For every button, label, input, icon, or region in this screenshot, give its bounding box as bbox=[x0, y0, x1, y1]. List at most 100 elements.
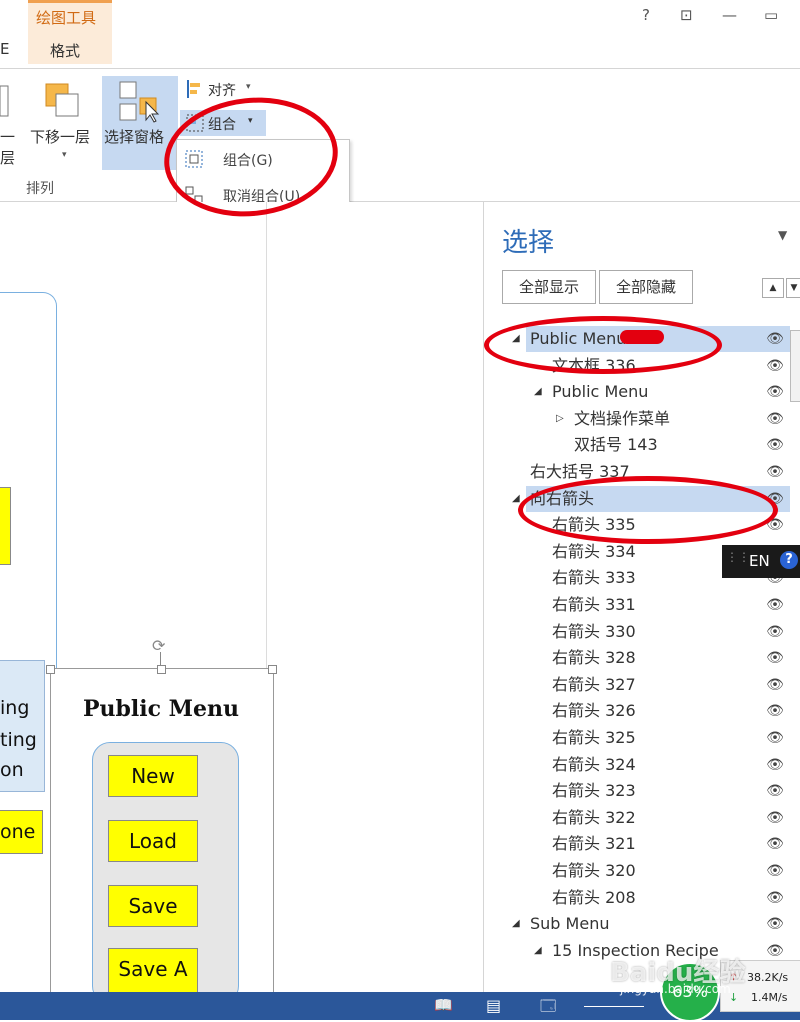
pane-item[interactable]: 右箭头 320 bbox=[526, 858, 790, 884]
align-icon bbox=[187, 80, 200, 98]
pane-item[interactable]: 右箭头 331 bbox=[526, 592, 790, 618]
pane-item[interactable]: 右箭头 325 bbox=[526, 725, 790, 751]
visibility-eye-icon[interactable]: 👁 bbox=[764, 831, 786, 857]
visibility-eye-icon[interactable]: 👁 bbox=[764, 459, 786, 485]
yellow-box-shape[interactable] bbox=[0, 487, 11, 565]
scrollbar[interactable] bbox=[790, 330, 800, 402]
pane-item-label: 右箭头 330 bbox=[552, 622, 636, 641]
annotation-circle bbox=[484, 316, 722, 374]
tab-format[interactable]: 格式 bbox=[50, 40, 80, 61]
visibility-eye-icon[interactable]: 👁 bbox=[764, 379, 786, 405]
visibility-eye-icon[interactable]: 👁 bbox=[764, 698, 786, 724]
help-icon[interactable]: ? bbox=[642, 6, 650, 24]
yellow-button-shape[interactable]: one bbox=[0, 810, 43, 854]
pane-item-label: 文档操作菜单 bbox=[574, 409, 671, 428]
send-backward-arrow-icon[interactable]: ▼ bbox=[786, 278, 800, 298]
visibility-eye-icon[interactable]: 👁 bbox=[764, 725, 786, 751]
print-layout-icon[interactable]: ▤ bbox=[486, 996, 501, 1015]
button-text: one bbox=[0, 821, 36, 843]
visibility-eye-icon[interactable]: 👁 bbox=[764, 672, 786, 698]
pane-item[interactable]: 右箭头 328 bbox=[526, 645, 790, 671]
resize-handle[interactable] bbox=[157, 665, 166, 674]
minimize-icon[interactable]: — bbox=[722, 6, 737, 24]
visibility-eye-icon[interactable]: 👁 bbox=[764, 353, 786, 379]
pane-item[interactable]: ◢ Public Menu bbox=[526, 379, 790, 405]
read-mode-icon[interactable]: 📖 bbox=[434, 996, 453, 1014]
chevron-down-icon: ▾ bbox=[246, 82, 251, 92]
pane-options-icon[interactable]: ▼ bbox=[778, 228, 787, 242]
pane-item-label: 右箭头 323 bbox=[552, 781, 636, 800]
pane-item[interactable]: 右箭头 327 bbox=[526, 672, 790, 698]
resize-handle[interactable] bbox=[268, 665, 277, 674]
ribbon-display-options-icon[interactable]: ⊡ bbox=[680, 6, 693, 24]
arrange-group-label: 排列 bbox=[26, 181, 54, 197]
visibility-eye-icon[interactable]: 👁 bbox=[764, 406, 786, 432]
pane-item[interactable]: 右箭头 324 bbox=[526, 752, 790, 778]
pane-item-label: 右箭头 324 bbox=[552, 755, 636, 774]
visibility-eye-icon[interactable]: 👁 bbox=[764, 752, 786, 778]
visibility-eye-icon[interactable]: 👁 bbox=[764, 911, 786, 937]
pane-item[interactable]: 右箭头 321 bbox=[526, 831, 790, 857]
new-button-shape[interactable]: New bbox=[108, 755, 198, 797]
expand-arrow-icon[interactable]: ▷ bbox=[556, 406, 564, 432]
pane-item-label: 右箭头 326 bbox=[552, 701, 636, 720]
ime-language[interactable]: EN bbox=[749, 552, 770, 570]
pane-item[interactable]: 右箭头 326 bbox=[526, 698, 790, 724]
pane-item[interactable]: 右箭头 208 bbox=[526, 885, 790, 911]
upload-speed: 38.2K/s bbox=[747, 971, 789, 984]
text-box-shape[interactable]: ing ting on bbox=[0, 660, 45, 792]
visibility-eye-icon[interactable]: 👁 bbox=[764, 432, 786, 458]
bring-forward-arrow-icon[interactable]: ▲ bbox=[762, 278, 784, 298]
save-button-shape[interactable]: Save bbox=[108, 885, 198, 927]
visibility-eye-icon[interactable]: 👁 bbox=[764, 645, 786, 671]
pane-item[interactable]: ◢ Sub Menu bbox=[512, 911, 790, 937]
ime-toolbar[interactable]: ⋮⋮ EN ? bbox=[722, 545, 800, 578]
selection-pane-label: 选择窗格 bbox=[104, 128, 165, 146]
ime-help-icon[interactable]: ? bbox=[780, 551, 798, 569]
pane-item[interactable]: 双括号 143 bbox=[526, 432, 790, 458]
restore-icon[interactable]: ▭ bbox=[764, 6, 778, 24]
left-bracket-shape[interactable] bbox=[0, 292, 57, 993]
visibility-eye-icon[interactable]: 👁 bbox=[764, 592, 786, 618]
pane-item[interactable]: 右箭头 323 bbox=[526, 778, 790, 804]
visibility-eye-icon[interactable]: 👁 bbox=[764, 619, 786, 645]
pane-item-label: 右箭头 320 bbox=[552, 861, 636, 880]
resize-handle[interactable] bbox=[46, 665, 55, 674]
visibility-eye-icon[interactable]: 👁 bbox=[764, 326, 786, 352]
public-menu-title[interactable]: Public Menu bbox=[55, 696, 267, 722]
pane-item[interactable]: 右箭头 322 bbox=[526, 805, 790, 831]
show-all-button[interactable]: 全部显示 bbox=[502, 270, 596, 304]
hide-all-button[interactable]: 全部隐藏 bbox=[599, 270, 693, 304]
text-line: ting bbox=[0, 729, 37, 751]
bring-forward-button[interactable]: 一层 bbox=[0, 78, 26, 168]
visibility-eye-icon[interactable]: 👁 bbox=[764, 778, 786, 804]
visibility-eye-icon[interactable]: 👁 bbox=[764, 805, 786, 831]
pane-item-label: 右箭头 328 bbox=[552, 648, 636, 667]
pane-item-label: 右箭头 333 bbox=[552, 568, 636, 587]
send-backward-button[interactable]: 下移一层 ▾ bbox=[28, 78, 100, 168]
load-button-shape[interactable]: Load bbox=[108, 820, 198, 862]
drawing-tools-context-tab[interactable]: 绘图工具 格式 bbox=[28, 0, 112, 64]
pane-item-label: Public Menu bbox=[552, 382, 649, 401]
pane-item-label: 右箭头 322 bbox=[552, 808, 636, 827]
web-layout-icon[interactable]: 🗔 bbox=[540, 996, 556, 1021]
rotate-handle-icon[interactable]: ⟳ bbox=[152, 636, 168, 655]
text-line: ing bbox=[0, 697, 30, 719]
save-as-button-shape[interactable]: Save A bbox=[108, 948, 198, 994]
pane-item-label: 双括号 143 bbox=[574, 435, 658, 454]
pane-item-label: 右箭头 331 bbox=[552, 595, 636, 614]
zoom-slider[interactable] bbox=[584, 1006, 644, 1007]
align-label: 对齐 bbox=[208, 83, 236, 99]
selection-pane-icon bbox=[119, 81, 160, 123]
pane-item[interactable]: 右箭头 330 bbox=[526, 619, 790, 645]
collapse-arrow-icon[interactable]: ◢ bbox=[534, 938, 542, 964]
context-tab-accent bbox=[28, 0, 112, 3]
visibility-eye-icon[interactable]: 👁 bbox=[764, 858, 786, 884]
pane-title: 选择 bbox=[502, 228, 555, 258]
collapse-arrow-icon[interactable]: ◢ bbox=[512, 911, 520, 937]
pane-item[interactable]: ▷ 文档操作菜单 bbox=[526, 406, 790, 432]
visibility-eye-icon[interactable]: 👁 bbox=[764, 885, 786, 911]
tab-previous-cut[interactable]: E bbox=[0, 40, 9, 58]
collapse-arrow-icon[interactable]: ◢ bbox=[534, 379, 542, 405]
drag-handle-icon[interactable]: ⋮⋮ bbox=[726, 550, 750, 564]
